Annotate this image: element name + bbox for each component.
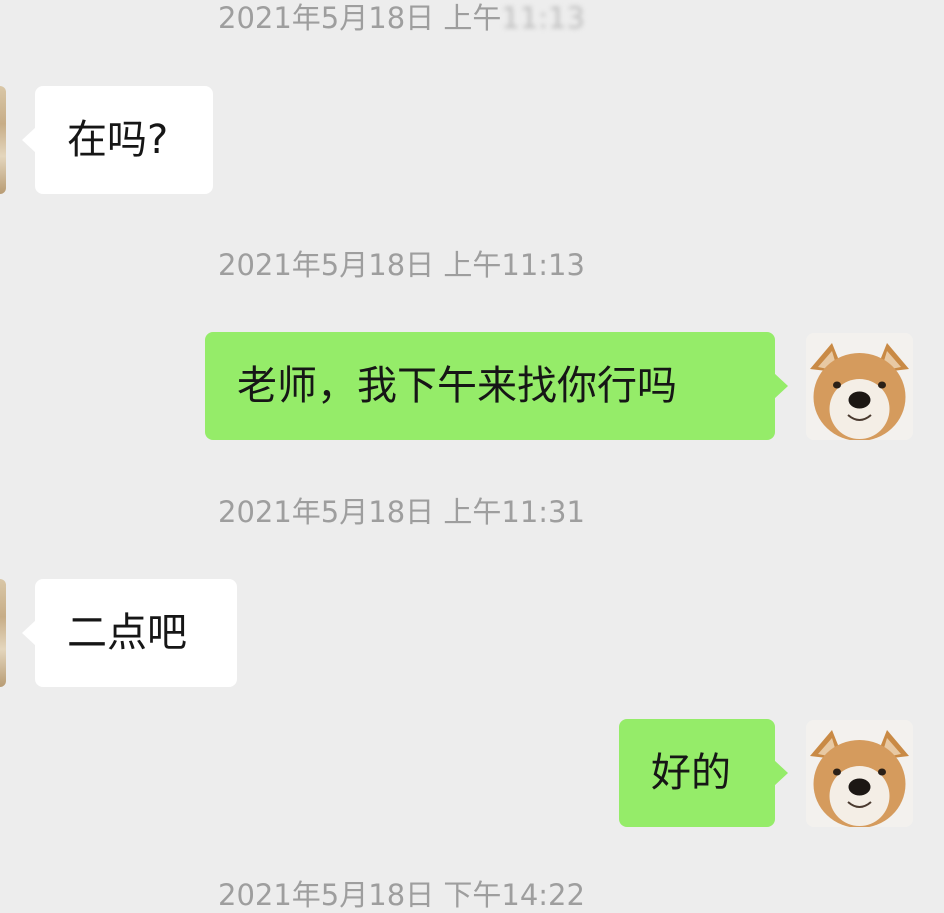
shiba-inu-dog-avatar-icon[interactable] xyxy=(806,720,913,827)
incoming-message-bubble[interactable]: 在吗? xyxy=(22,86,213,194)
outgoing-message-bubble[interactable]: 好的 xyxy=(619,719,788,827)
message-text: 在吗? xyxy=(67,117,169,163)
message-text: 老师，我下午来找你行吗 xyxy=(237,363,677,409)
timestamp: 2021年5月18日 上午11:13 xyxy=(218,247,585,283)
message-text: 二点吧 xyxy=(67,610,187,656)
dog-face-graphic xyxy=(806,720,913,827)
contact-avatar-icon[interactable] xyxy=(0,579,6,687)
shiba-inu-dog-avatar-icon[interactable] xyxy=(806,333,913,440)
message-text: 好的 xyxy=(651,750,731,796)
timestamp: 2021年5月18日 上午11:31 xyxy=(218,494,585,530)
contact-avatar-icon[interactable] xyxy=(0,86,6,194)
timestamp-text: 2021年5月18日 上午11:31 xyxy=(218,495,585,529)
blurred-time: 11:13 xyxy=(501,1,585,35)
dog-face-graphic xyxy=(806,333,913,440)
timestamp-text: 2021年5月18日 下午14:22 xyxy=(218,878,585,912)
timestamp-text: 2021年5月18日 上午11:13 xyxy=(218,248,585,282)
timestamp-text: 2021年5月18日 上午 xyxy=(218,1,502,35)
incoming-message-bubble[interactable]: 二点吧 xyxy=(22,579,237,687)
timestamp: 2021年5月18日 上午11:13 xyxy=(218,0,585,36)
outgoing-message-bubble[interactable]: 老师，我下午来找你行吗 xyxy=(205,332,788,440)
